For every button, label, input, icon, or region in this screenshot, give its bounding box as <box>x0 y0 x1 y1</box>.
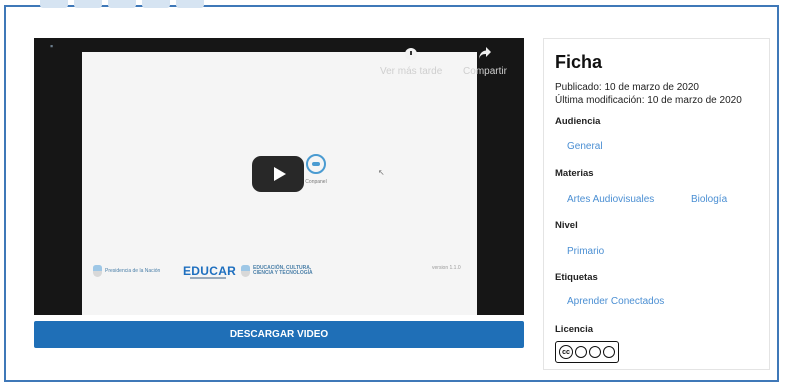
top-tab[interactable] <box>40 0 68 8</box>
tag-audiencia[interactable]: General <box>567 141 603 152</box>
top-tab-strip <box>40 0 204 8</box>
audiencia-heading: Audiencia <box>555 116 601 127</box>
share-label: Compartir <box>463 66 507 77</box>
creative-commons-license-icon[interactable]: cc <box>555 341 619 363</box>
modified-date: Última modificación: 10 de marzo de 2020 <box>555 95 742 106</box>
gobierno-logo-text: Presidencia de la Nación <box>105 267 161 274</box>
nivel-heading: Nivel <box>555 220 578 231</box>
play-icon <box>273 167 286 181</box>
mouse-cursor-icon: ↖ <box>378 168 385 177</box>
educar-logo-underline <box>190 277 226 279</box>
ministerio-escudo-icon <box>241 265 250 277</box>
youtube-logo-icon: ▪ <box>50 41 54 51</box>
play-button[interactable] <box>252 156 304 192</box>
ministerio-logo-text: EDUCACIÓN, CULTURA, CIENCIA Y TECNOLOGÍA <box>253 265 313 276</box>
top-tab[interactable] <box>142 0 170 8</box>
top-tab[interactable] <box>108 0 136 8</box>
tag-etiqueta[interactable]: Aprender Conectados <box>567 296 664 307</box>
tag-materia[interactable]: Artes Audiovisuales <box>567 194 654 205</box>
ficha-title: Ficha <box>555 52 603 72</box>
channel-logo-icon <box>306 154 326 174</box>
clock-icon <box>405 48 417 60</box>
ficha-panel: Ficha Publicado: 10 de marzo de 2020 Últ… <box>543 38 770 370</box>
top-tab[interactable] <box>74 0 102 8</box>
ministerio-logo: EDUCACIÓN, CULTURA, CIENCIA Y TECNOLOGÍA <box>241 265 315 277</box>
sa-icon <box>603 346 615 358</box>
tag-materia[interactable]: Biología <box>691 194 727 205</box>
educar-logo: EDUCAR <box>183 264 237 278</box>
gobierno-logo: Presidencia de la Nación <box>93 265 160 277</box>
download-video-button[interactable]: DESCARGAR VIDEO <box>34 321 524 348</box>
tag-nivel[interactable]: Primario <box>567 246 604 257</box>
version-label: version 1.1.0 <box>432 265 461 271</box>
top-tab[interactable] <box>176 0 204 8</box>
by-icon <box>575 346 587 358</box>
materias-heading: Materias <box>555 168 594 179</box>
cc-icon: cc <box>559 345 573 359</box>
share-button[interactable]: Compartir <box>455 46 515 86</box>
watch-later-label: Ver más tarde <box>380 66 443 77</box>
escudo-icon <box>93 265 102 277</box>
watch-later-button[interactable]: Ver más tarde <box>380 46 442 86</box>
nc-icon <box>589 346 601 358</box>
licencia-heading: Licencia <box>555 324 594 335</box>
share-icon <box>479 47 491 59</box>
published-date: Publicado: 10 de marzo de 2020 <box>555 82 699 93</box>
etiquetas-heading: Etiquetas <box>555 272 598 283</box>
